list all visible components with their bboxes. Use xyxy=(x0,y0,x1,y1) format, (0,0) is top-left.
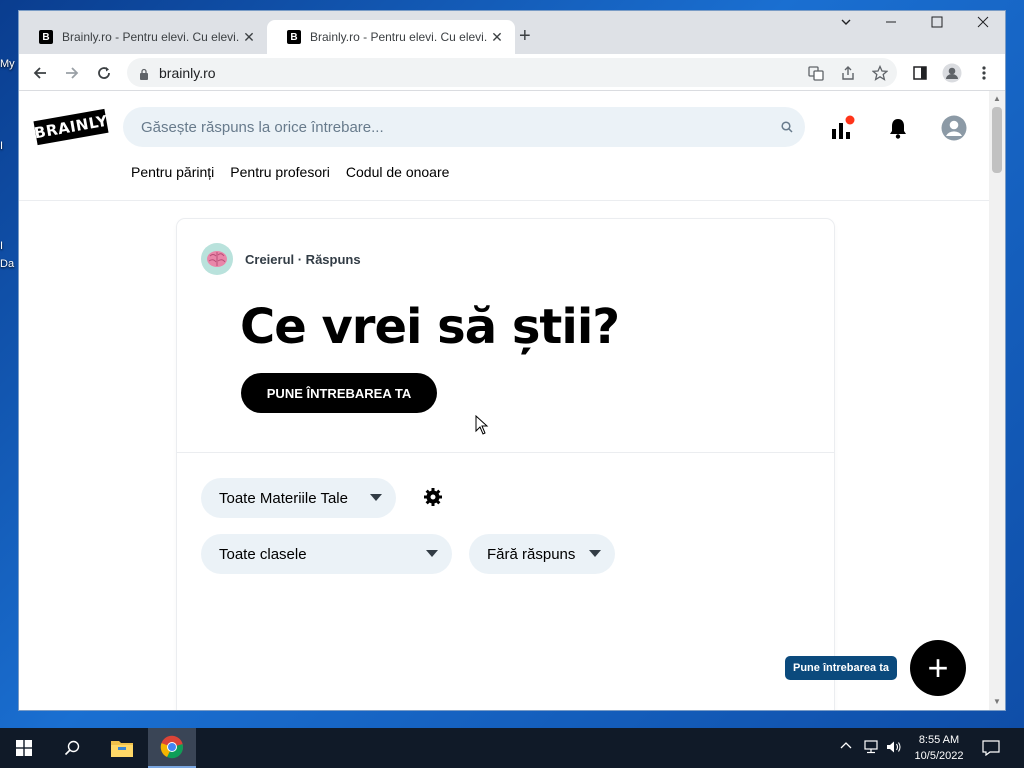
brainly-favicon-icon: B xyxy=(287,30,301,44)
clock-time: 8:55 AM xyxy=(918,734,960,746)
taskbar: 8:55 AM 10/5/2022 xyxy=(0,728,1024,768)
page-title: Ce vrei să știi? xyxy=(240,299,620,355)
tab-strip: B Brainly.ro - Pentru elevi. Cu elevi. ✕… xyxy=(19,11,1005,54)
desktop-icon-label: Da xyxy=(0,258,15,270)
fab-tooltip: Pune întrebarea ta xyxy=(785,656,897,680)
site-header: BRAINLY Găsește răspuns la orice întreba… xyxy=(19,91,991,201)
desktop-icon-label: I xyxy=(0,140,4,152)
menu-kebab-icon[interactable] xyxy=(973,62,995,84)
scroll-thumb[interactable] xyxy=(992,107,1002,173)
system-clock[interactable]: 8:55 AM 10/5/2022 xyxy=(912,732,966,764)
bell-icon[interactable] xyxy=(885,115,911,141)
status-dropdown[interactable]: Fără răspuns xyxy=(469,534,615,574)
brainly-logo[interactable]: BRAINLY xyxy=(33,108,109,146)
nav-link-honor-code[interactable]: Codul de onoare xyxy=(346,164,450,180)
desktop-icon-label: I xyxy=(0,240,4,252)
search-icon[interactable] xyxy=(48,728,96,768)
volume-icon[interactable] xyxy=(886,740,902,757)
classes-dropdown[interactable]: Toate clasele xyxy=(201,534,452,574)
subjects-dropdown[interactable]: Toate Materiile Tale xyxy=(201,478,396,518)
browser-tab[interactable]: B Brainly.ro - Pentru elevi. Cu elevi. ✕ xyxy=(19,20,267,54)
chevron-down-icon xyxy=(426,550,438,557)
profile-avatar-icon[interactable] xyxy=(941,62,963,84)
search-input[interactable]: Găsește răspuns la orice întrebare... xyxy=(123,107,805,147)
subjects-dropdown-value: Toate Materiile Tale xyxy=(219,489,348,507)
search-icon[interactable] xyxy=(781,120,793,133)
new-tab-button[interactable]: + xyxy=(519,25,531,48)
address-bar[interactable]: brainly.ro xyxy=(127,58,897,87)
back-arrow-icon[interactable] xyxy=(29,62,51,84)
ask-question-card: Creierul · Răspuns Ce vrei să știi? PUNE… xyxy=(177,219,834,710)
forward-arrow-icon[interactable] xyxy=(61,62,83,84)
file-explorer-icon[interactable] xyxy=(98,728,146,768)
tab-title: Brainly.ro - Pentru elevi. Cu elevi. xyxy=(310,30,488,44)
browser-window: B Brainly.ro - Pentru elevi. Cu elevi. ✕… xyxy=(18,10,1006,711)
nav-link-teachers[interactable]: Pentru profesori xyxy=(230,164,330,180)
maximize-icon[interactable] xyxy=(922,15,952,33)
classes-dropdown-value: Toate clasele xyxy=(219,545,307,563)
tab-search-icon[interactable] xyxy=(831,15,861,33)
close-window-icon[interactable] xyxy=(968,15,998,33)
minimize-icon[interactable] xyxy=(876,15,906,33)
chevron-down-icon xyxy=(589,550,601,557)
user-avatar-icon[interactable] xyxy=(941,115,967,141)
desktop-icon-label: My xyxy=(0,58,15,70)
browser-tab-active[interactable]: B Brainly.ro - Pentru elevi. Cu elevi. ✕ xyxy=(267,20,515,54)
bookmark-star-icon[interactable] xyxy=(869,62,891,84)
chevron-down-icon xyxy=(370,494,382,501)
notification-center-icon[interactable] xyxy=(982,740,1000,759)
web-page: BRAINLY Găsește răspuns la orice întreba… xyxy=(19,91,991,710)
tab-title: Brainly.ro - Pentru elevi. Cu elevi. xyxy=(62,30,240,44)
windows-start-icon[interactable] xyxy=(0,728,48,768)
notification-dot xyxy=(845,115,855,125)
reload-icon[interactable] xyxy=(93,62,115,84)
url-text: brainly.ro xyxy=(159,64,216,81)
share-icon[interactable] xyxy=(837,62,859,84)
page-scrollbar[interactable]: ▲ ▼ xyxy=(989,91,1005,710)
network-icon[interactable] xyxy=(862,740,880,757)
scroll-up-icon[interactable]: ▲ xyxy=(993,94,1001,103)
browser-toolbar: brainly.ro xyxy=(19,54,1005,91)
chrome-taskbar-icon[interactable] xyxy=(148,728,196,768)
lock-icon xyxy=(139,67,149,80)
ask-question-fab[interactable]: + xyxy=(910,640,966,696)
mouse-cursor-icon xyxy=(475,414,489,435)
scroll-down-icon[interactable]: ▼ xyxy=(993,697,1001,706)
divider xyxy=(177,452,834,453)
nav-link-parents[interactable]: Pentru părinți xyxy=(131,164,214,180)
secondary-nav: Pentru părinți Pentru profesori Codul de… xyxy=(131,164,449,180)
leaderboard-icon[interactable] xyxy=(829,115,855,141)
ask-question-button[interactable]: PUNE ÎNTREBAREA TA xyxy=(241,373,437,413)
brain-icon xyxy=(201,243,233,275)
clock-date: 10/5/2022 xyxy=(914,750,964,762)
side-panel-icon[interactable] xyxy=(909,62,931,84)
search-placeholder: Găsește răspuns la orice întrebare... xyxy=(141,118,384,136)
chevron-up-icon[interactable] xyxy=(840,740,852,755)
status-dropdown-value: Fără răspuns xyxy=(487,545,576,563)
brainly-favicon-icon: B xyxy=(39,30,53,44)
close-tab-icon[interactable]: ✕ xyxy=(241,29,257,46)
gear-icon[interactable] xyxy=(423,487,443,507)
close-tab-icon[interactable]: ✕ xyxy=(489,29,505,46)
brand-label: Creierul · Răspuns xyxy=(245,252,361,267)
translate-icon[interactable] xyxy=(805,62,827,84)
